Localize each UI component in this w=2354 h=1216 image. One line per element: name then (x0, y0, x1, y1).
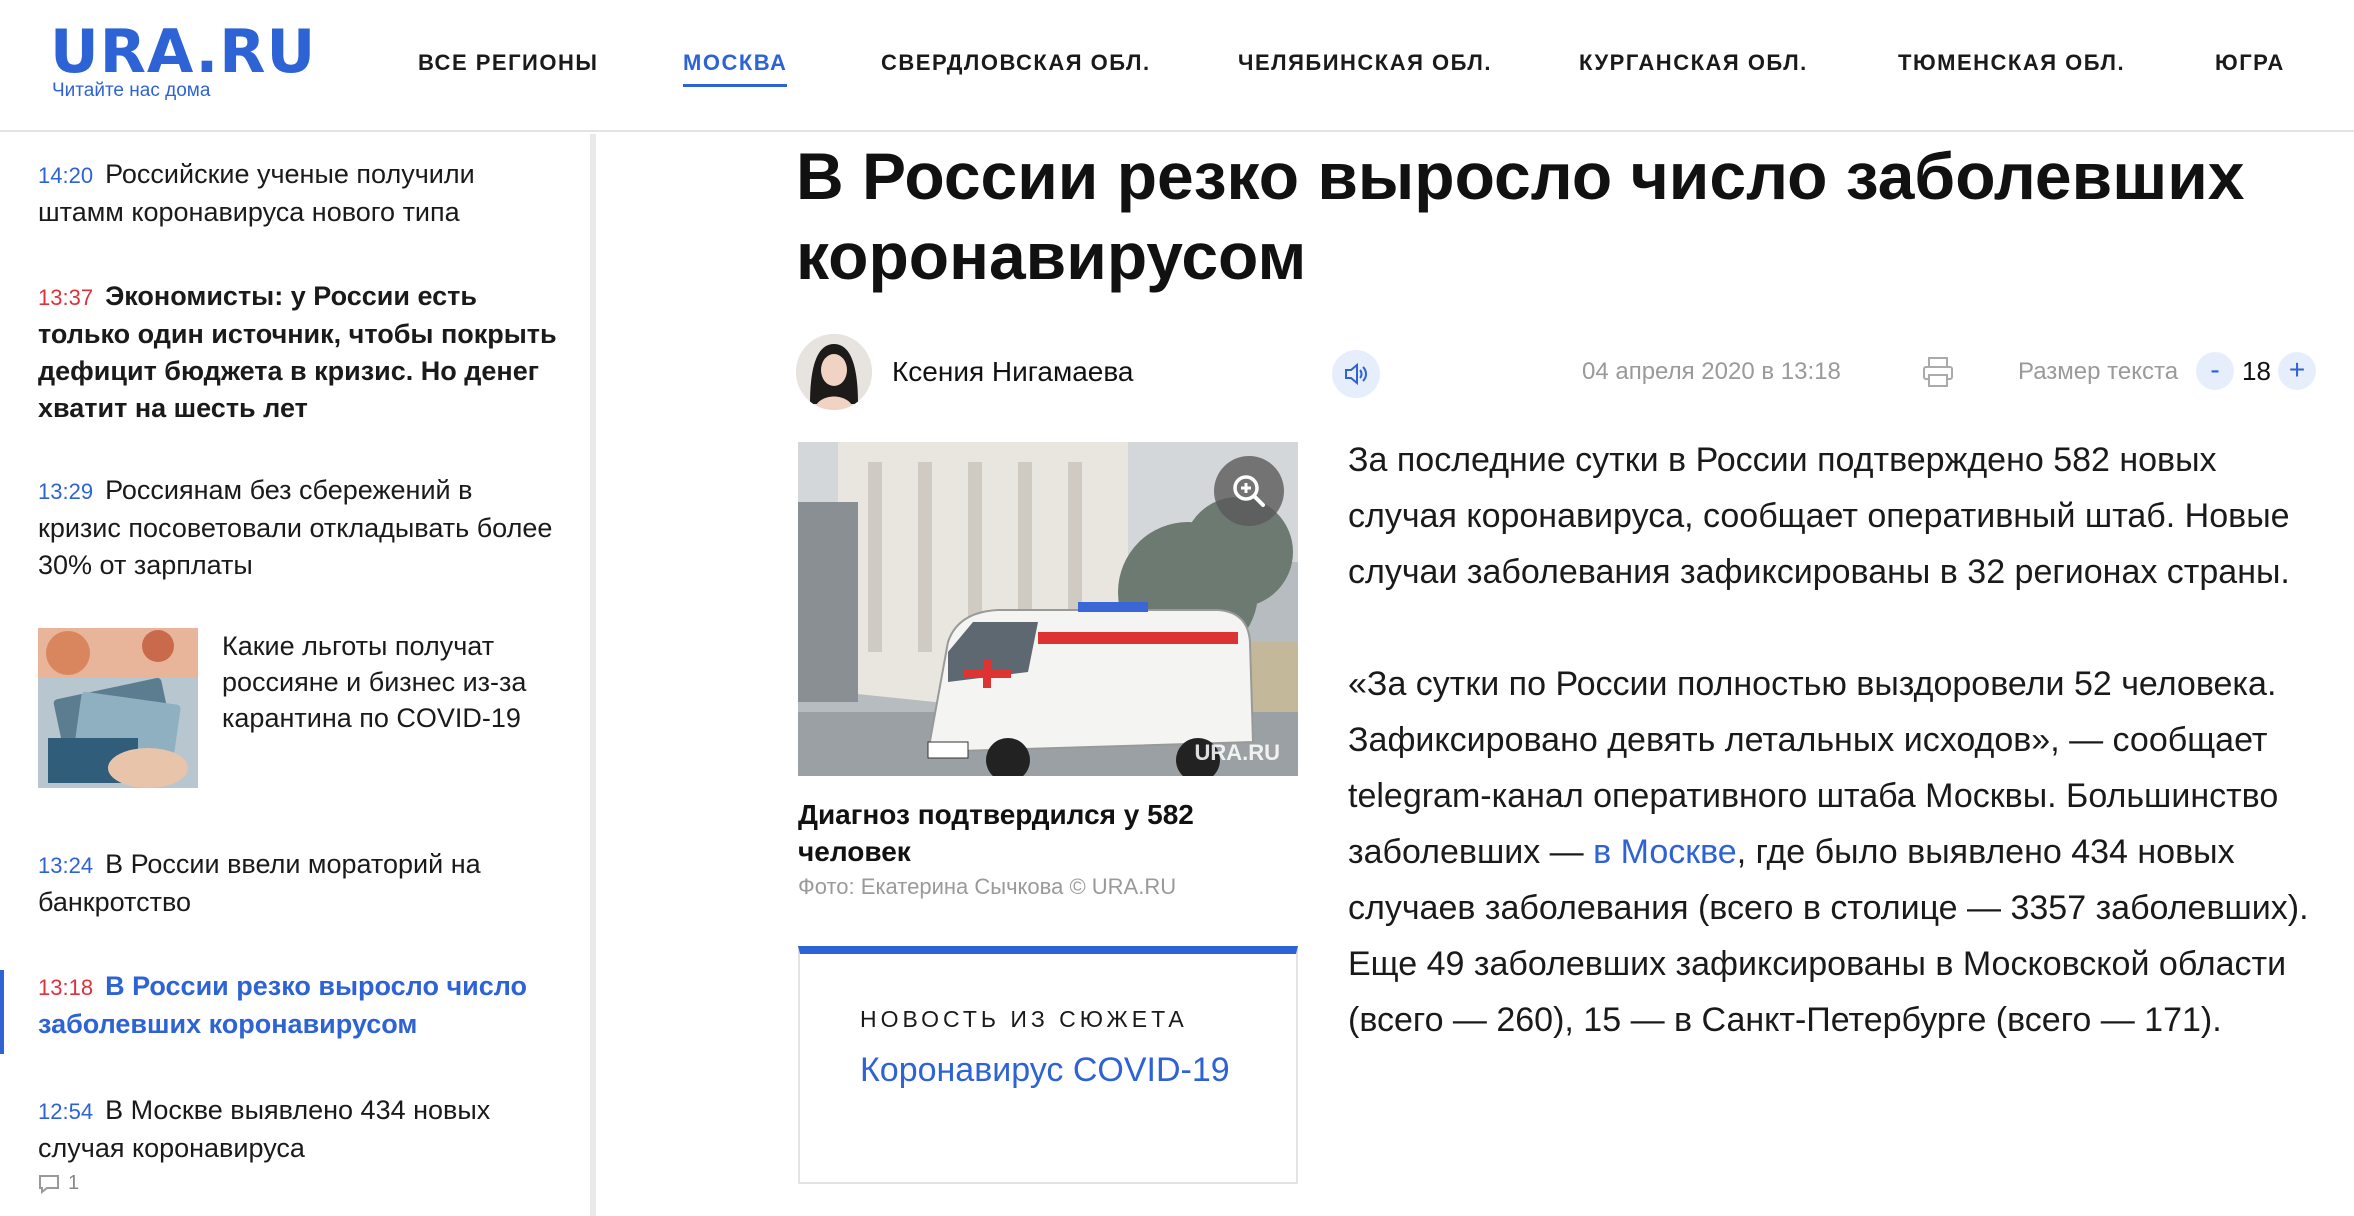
feed-item-current[interactable]: 13:18 В России резко выросло число заболе… (38, 968, 558, 1043)
article-body: За последние сутки в России подтверждено… (1348, 432, 2328, 1104)
feed-time: 13:37 (38, 285, 94, 310)
feed-time: 14:20 (38, 163, 94, 188)
feed-title: Экономисты: у России есть только один ис… (38, 281, 557, 423)
text-size-value: 18 (2242, 356, 2271, 386)
feed-title: В Москве выявлено 434 новых случая корон… (38, 1095, 491, 1163)
feed-thumbnail-title[interactable]: Какие льготы получат россияне и бизнес и… (222, 628, 562, 736)
zoom-button[interactable] (1214, 456, 1284, 526)
feed-item[interactable]: 13:24 В России ввели мораторий на банкрот… (38, 846, 558, 921)
current-item-marker (0, 970, 4, 1054)
feed-time: 12:54 (38, 1099, 94, 1124)
nav-chelyabinsk[interactable]: ЧЕЛЯБИНСКАЯ ОБЛ. (1238, 50, 1492, 76)
printer-icon (1923, 357, 1953, 387)
article-photo[interactable]: URA.RU (798, 442, 1298, 776)
logo-tagline: Читайте нас дома (52, 80, 211, 101)
story-link[interactable]: Коронавирус COVID-19 (860, 1050, 1240, 1090)
author-name[interactable]: Ксения Нигамаева (892, 356, 1134, 388)
article-title: В России резко выросло число заболевших … (796, 139, 2245, 293)
photo-watermark: URA.RU (1194, 740, 1280, 765)
comment-icon (39, 1174, 59, 1194)
site-header: URA.RU Читайте нас дома ВСЕ РЕГИОНЫ МОСК… (0, 0, 2354, 132)
comment-count[interactable]: 1 (38, 1172, 79, 1195)
feed-item[interactable]: 13:29 Россиянам без сбережений в кризис п… (38, 472, 558, 584)
feed-title: В России ввели мораторий на банкротство (38, 849, 481, 917)
feed-time: 13:18 (38, 975, 94, 1000)
author-avatar[interactable] (796, 334, 872, 410)
money-photo-icon (38, 628, 198, 788)
feed-thumbnail[interactable] (38, 628, 198, 788)
feed-title: В России резко выросло число заболевших … (38, 971, 528, 1039)
logo-text: URA.RU (50, 17, 317, 87)
listen-button[interactable] (1332, 350, 1380, 398)
feed-item[interactable]: 14:20 Российские ученые получили штамм ко… (38, 156, 558, 231)
text-size-increase[interactable]: + (2278, 352, 2316, 390)
story-label: НОВОСТЬ ИЗ СЮЖЕТА (860, 1006, 1188, 1032)
paragraph-1: За последние сутки в России подтверждено… (1348, 441, 2290, 591)
nav-moscow[interactable]: МОСКВА (683, 50, 788, 87)
story-box: НОВОСТЬ ИЗ СЮЖЕТА Коронавирус COVID-19 (798, 946, 1298, 1184)
paragraph-2: «За сутки по России полностью выздоровел… (1348, 656, 2328, 1048)
feed-time: 13:24 (38, 853, 94, 878)
comment-count-value: 1 (68, 1172, 80, 1194)
feed-item[interactable]: 12:54 В Москве выявлено 434 новых случая … (38, 1092, 558, 1167)
feed-item[interactable]: 13:37 Экономисты: у России есть только од… (38, 278, 558, 427)
photo-caption: Диагноз подтвердился у 582 человек (798, 799, 1194, 867)
article-meta: Ксения Нигамаева 04 апреля 2020 в 13:18 … (796, 334, 2316, 414)
nav-all-regions[interactable]: ВСЕ РЕГИОНЫ (418, 50, 598, 76)
feed-time: 13:29 (38, 479, 94, 504)
publish-date: 04 апреля 2020 в 13:18 (1582, 358, 1841, 385)
photo-credit: Фото: Екатерина Сычкова © URA.RU (798, 874, 1177, 899)
news-feed: 14:20 Российские ученые получили штамм ко… (0, 134, 596, 1216)
print-button[interactable] (1920, 354, 1956, 390)
site-logo[interactable]: URA.RU Читайте нас дома (50, 20, 330, 104)
nav-tyumen[interactable]: ТЮМЕНСКАЯ ОБЛ. (1898, 50, 2125, 76)
nav-yugra[interactable]: ЮГРА (2215, 50, 2285, 76)
feed-title: Российские ученые получили штамм коронав… (38, 159, 475, 227)
text-size-decrease[interactable]: - (2196, 352, 2234, 390)
author-photo-icon (796, 334, 872, 410)
nav-kurgan[interactable]: КУРГАНСКАЯ ОБЛ. (1579, 50, 1808, 76)
zoom-in-icon (1233, 475, 1265, 507)
text-size-label: Размер текста (2018, 358, 2179, 385)
speaker-icon (1345, 362, 1367, 386)
nav-sverdlovsk[interactable]: СВЕРДЛОВСКАЯ ОБЛ. (881, 50, 1151, 76)
moscow-link[interactable]: в Москве (1593, 833, 1737, 871)
feed-title: Россиянам без сбережений в кризис посове… (38, 475, 553, 580)
